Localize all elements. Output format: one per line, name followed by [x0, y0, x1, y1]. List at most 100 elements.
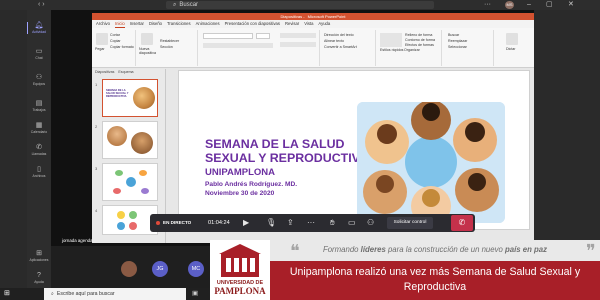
tab-slideshow[interactable]: Presentación con diapositivas [225, 20, 280, 28]
section-button[interactable]: Sección [160, 45, 173, 49]
slide-thumbnail[interactable]: 3 [95, 163, 158, 201]
align-text-button[interactable]: Alinear texto [324, 39, 344, 43]
arrange-button[interactable]: Organizar [404, 48, 420, 52]
tab-transitions[interactable]: Transiciones [167, 20, 191, 28]
reset-button[interactable]: Restablecer [160, 39, 179, 43]
files-icon: ▯ [37, 166, 41, 173]
cut-button[interactable]: Cortar [110, 33, 120, 37]
thumb-number: 4 [95, 208, 98, 213]
tab-insert[interactable]: Insertar [130, 20, 144, 28]
chat-button[interactable]: ▭ [348, 217, 356, 229]
user-avatar[interactable]: MS [505, 1, 514, 9]
slogan-bold: país en paz [505, 245, 548, 254]
taskbar-search-placeholder: Escribe aquí para buscar [56, 291, 115, 297]
nav-arrows[interactable]: ‹ › [38, 1, 45, 9]
rail-label: Equipos [32, 82, 46, 86]
format-painter-button[interactable]: Copiar formato [110, 45, 134, 49]
shape-effects-button[interactable]: Efectos de formas [405, 43, 434, 47]
text-direction-button[interactable]: Dirección del texto [324, 33, 354, 37]
rail-item-assignments[interactable]: ▤ Trabajos [27, 100, 51, 112]
camera-toggle[interactable]: ▶︎ [243, 217, 249, 229]
participants-button[interactable]: ⚇ [367, 217, 374, 229]
tab-animations[interactable]: Animaciones [196, 20, 220, 28]
find-button[interactable]: Buscar [448, 33, 459, 37]
close-button[interactable]: ✕ [568, 0, 574, 10]
editing-group: Buscar Reemplazar Seleccionar [444, 30, 494, 66]
teams-search-input[interactable]: ⌕ Buscar [166, 1, 434, 9]
paste-button[interactable]: Pegar [95, 47, 105, 51]
replace-button[interactable]: Reemplazar [448, 39, 467, 43]
request-control-button[interactable]: Solicitar control [387, 217, 433, 229]
dictate-button[interactable]: Dictar [506, 47, 515, 51]
windows-icon: ⊞ [4, 290, 10, 297]
rail-item-apps[interactable]: ⊞ Aplicaciones [27, 250, 51, 262]
tab-design[interactable]: Diseño [149, 20, 162, 28]
hang-up-button[interactable]: ✆ [451, 215, 473, 231]
new-slide-button[interactable]: Nueva diapositiva [139, 47, 159, 55]
hand-icon: ✋︎ [330, 218, 335, 227]
slide-title: SEMANA DE LA SALUD SEXUAL Y REPRODUCTIVA [205, 137, 368, 165]
tab-home[interactable]: Inicio [114, 20, 125, 28]
reactions-button[interactable]: ✋︎ [330, 217, 335, 229]
rail-item-files[interactable]: ▯ Archivos [27, 166, 51, 178]
participant-avatar[interactable] [121, 261, 137, 277]
rail-item-activity[interactable]: 🔔︎ Actividad [27, 22, 51, 34]
tab-file[interactable]: Archivo [96, 20, 110, 28]
font-size-select[interactable] [256, 33, 270, 39]
taskbar-search-input[interactable]: ⌕ Escribe aquí para buscar [44, 288, 186, 300]
tab-help[interactable]: Ayuda [318, 20, 330, 28]
quick-styles-button[interactable]: Estilos rápidos [380, 48, 403, 52]
more-icon: ··· [307, 218, 315, 227]
teams-title-bar: ‹ › ⌕ Buscar ··· MS – ▢ ✕ [0, 0, 600, 10]
meeting-control-bar: EN DIRECTO 01:04:24 ▶︎ 🎙︎ ⇪ ··· ✋︎ ▭ ⚇ S… [150, 214, 475, 232]
shape-fill-button[interactable]: Relleno de forma [405, 33, 432, 37]
participant-avatar[interactable]: MC [188, 261, 204, 277]
headline-band: Unipamplona realizó una vez más Semana d… [270, 261, 600, 300]
minimize-button[interactable]: – [527, 0, 531, 10]
rail-item-chat[interactable]: ▭ Chat [27, 48, 51, 60]
start-button[interactable]: ⊞ [4, 290, 10, 298]
more-options-button[interactable]: ··· [484, 0, 491, 9]
microphone-toggle[interactable]: 🎙︎ [266, 217, 276, 229]
teams-app-rail: 🔔︎ Actividad ▭ Chat ⚇ Equipos ▤ Trabajos ▦ Ca… [27, 10, 51, 288]
slogan-bold: líderes [360, 245, 386, 254]
select-button[interactable]: Seleccionar [448, 45, 467, 49]
tab-slides[interactable]: Diapositivas [95, 70, 114, 74]
share-button[interactable]: ⇪ [287, 217, 294, 229]
rail-label: Calendario [30, 130, 48, 134]
powerpoint-title-bar: Diapositivas - Microsoft PowerPoint [92, 13, 534, 20]
tab-review[interactable]: Revisar [285, 20, 299, 28]
shapes-gallery[interactable] [380, 33, 402, 47]
thumb-diagram [117, 211, 125, 219]
calendar-icon: ▦ [35, 122, 43, 129]
font-family-select[interactable] [203, 33, 253, 39]
current-slide[interactable]: SEMANA DE LA SALUD SEXUAL Y REPRODUCTIVA… [179, 71, 529, 229]
slide-thumbnail[interactable]: 1 SEMANA DE LA SALUD SEXUAL Y REPRODUCTI… [95, 79, 158, 117]
shape-outline-button[interactable]: Contorno de forma [405, 38, 435, 42]
rail-label: Archivos [32, 174, 46, 178]
tab-view[interactable]: Vista [304, 20, 313, 28]
font-format-buttons[interactable] [203, 43, 273, 48]
rail-item-calls[interactable]: ✆ Llamadas [27, 144, 51, 156]
ribbon-tabs: Archivo Inicio Insertar Diseño Transicio… [92, 20, 534, 28]
rail-item-calendar[interactable]: ▦ Calendario [27, 122, 51, 134]
voice-group: Dictar [496, 30, 530, 66]
tab-outline[interactable]: Esquema [118, 70, 133, 74]
alignment-buttons[interactable] [280, 42, 316, 47]
thumb-diagram [115, 170, 123, 176]
clipboard-group: Pegar Cortar Copiar Copiar formato [94, 30, 136, 66]
paragraph-buttons[interactable] [280, 33, 316, 38]
convert-smartart-button[interactable]: Convertir a SmartArt [324, 45, 357, 49]
new-slide-icon [141, 33, 153, 45]
task-view-icon: ▣ [192, 290, 199, 297]
rail-item-teams[interactable]: ⚇ Equipos [27, 74, 51, 86]
copy-button[interactable]: Copiar [110, 39, 121, 43]
more-actions-button[interactable]: ··· [307, 217, 315, 229]
thumb-number: 2 [95, 124, 98, 129]
rail-item-help[interactable]: ? Ayuda [27, 272, 51, 284]
task-view-button[interactable]: ▣ [192, 289, 198, 299]
participant-avatar[interactable]: JG [152, 261, 168, 277]
maximize-button[interactable]: ▢ [546, 0, 553, 10]
quote-close-icon: ❞ [586, 241, 596, 261]
slide-thumbnail[interactable]: 2 [95, 121, 158, 159]
